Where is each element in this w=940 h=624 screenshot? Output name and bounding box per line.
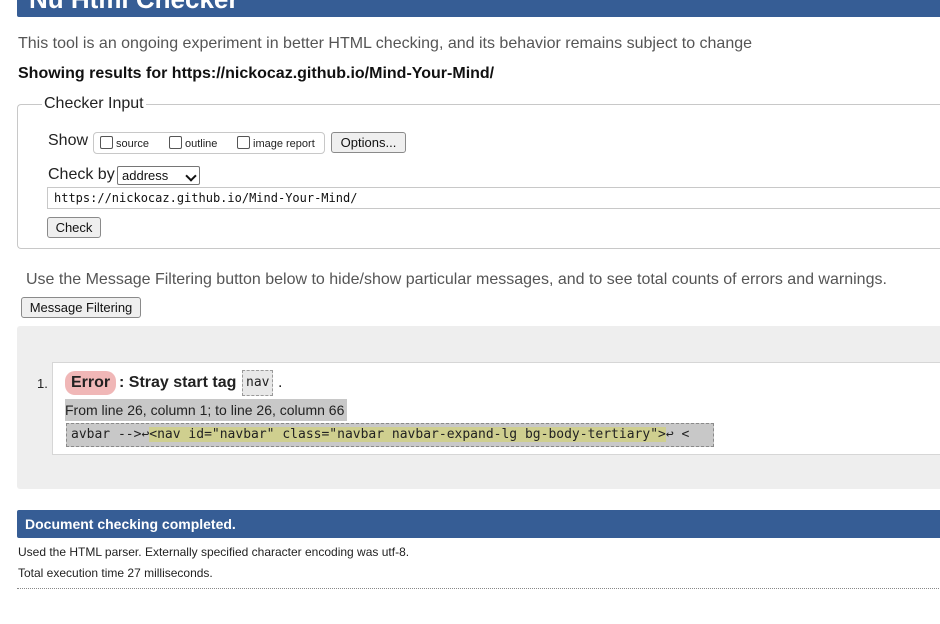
message-filtering-button[interactable]: Message Filtering (21, 297, 141, 318)
error-separator: : (119, 374, 125, 391)
checked-url-link[interactable]: https://nickocaz.github.io/Mind-Your-Min… (172, 65, 494, 82)
extract-pre: avbar -->↩ (71, 427, 150, 442)
completion-title: Document checking completed. (25, 516, 236, 532)
error-message-text: Stray start tag (128, 374, 237, 391)
check-by-label: Check by (48, 166, 115, 183)
title-bar: Nu Html Checker (17, 0, 940, 17)
error-location-link[interactable]: From line 26, column 1; to line 26, colu… (65, 399, 348, 421)
page: Nu Html Checker This tool is an ongoing … (0, 0, 940, 624)
showing-results-heading: Showing results for https://nickocaz.git… (18, 65, 494, 83)
page-title: Nu Html Checker (29, 0, 239, 14)
check-by-select[interactable]: address (117, 166, 200, 185)
showing-results-prefix: Showing results for (18, 65, 172, 82)
source-checkbox-label[interactable]: source (116, 138, 149, 150)
extract-post: ↩ < (665, 427, 690, 442)
check-by-selected-value: address (122, 168, 169, 183)
filtering-note: Use the Message Filtering button below t… (26, 271, 887, 288)
intro-text: This tool is an ongoing experiment in be… (18, 35, 753, 52)
show-label: Show (48, 132, 89, 149)
parser-note: Used the HTML parser. Externally specifi… (18, 545, 410, 559)
error-period: . (278, 374, 283, 391)
options-button[interactable]: Options... (331, 132, 406, 153)
outline-checkbox-label[interactable]: outline (185, 138, 217, 150)
extract-highlight: <nav id="navbar" class="navbar navbar-ex… (149, 427, 666, 442)
source-checkbox[interactable] (100, 136, 113, 149)
checker-input-legend: Checker Input (44, 95, 144, 112)
document-url-input[interactable]: https://nickocaz.github.io/Mind-Your-Min… (47, 187, 940, 209)
chevron-down-icon (185, 170, 197, 182)
source-extract: avbar -->↩<nav id="navbar" class="navbar… (66, 423, 714, 447)
completion-bar: Document checking completed. (17, 510, 940, 538)
image-report-checkbox-label[interactable]: image report (253, 138, 315, 150)
footer-divider (17, 588, 940, 589)
check-button[interactable]: Check (47, 217, 101, 238)
error-code-nav: nav (242, 370, 274, 396)
image-report-checkbox[interactable] (237, 136, 250, 149)
error-type-badge: Error (65, 371, 117, 395)
execution-time: Total execution time 27 milliseconds. (18, 566, 213, 580)
outline-checkbox[interactable] (169, 136, 182, 149)
show-options-group: source outline image report (93, 132, 325, 154)
error-message: : Stray start tag (119, 374, 236, 392)
result-number: 1. (37, 376, 48, 391)
